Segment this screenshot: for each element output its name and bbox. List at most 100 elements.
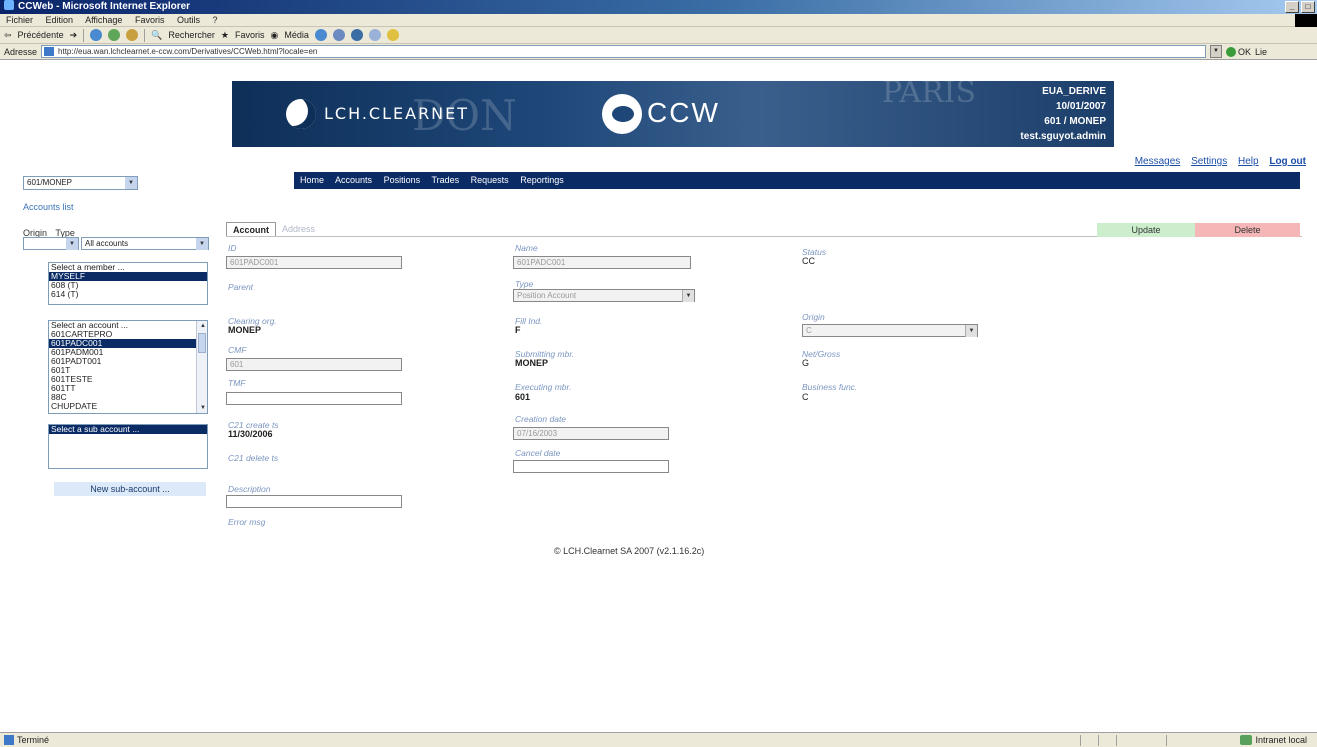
back-button[interactable]: Précédente [18, 27, 64, 44]
menu-outils[interactable]: Outils [177, 15, 200, 25]
back-arrow-icon: ⇦ [4, 29, 12, 40]
banner-map-decoration: PARIS [882, 81, 977, 110]
browser-toolbar: ⇦ Précédente ➔ 🔍 Rechercher ★ Favoris ◉ … [0, 27, 1317, 44]
update-button[interactable]: Update [1097, 223, 1195, 237]
intranet-zone-icon [1240, 735, 1253, 745]
subaccount-list-item[interactable]: Select a sub account ... [49, 425, 207, 434]
scroll-down-icon[interactable]: ▼ [197, 403, 207, 413]
tab-account[interactable]: Account [226, 222, 276, 236]
tab-address[interactable]: Address [276, 222, 321, 236]
history-icon[interactable] [314, 29, 327, 41]
cmf-field[interactable]: 601 [226, 358, 402, 371]
creation-date-field[interactable]: 07/16/2003 [513, 427, 669, 440]
status-bar: Terminé Intranet local [0, 732, 1317, 747]
account-list-item[interactable]: 601TT [49, 384, 207, 393]
clearing-org-value: MONEP [228, 325, 262, 335]
account-list-item[interactable]: 601PADT001 [49, 357, 207, 366]
scroll-thumb[interactable] [198, 333, 206, 353]
type-select-value: All accounts [85, 239, 129, 248]
session-info: EUA_DERIVE 10/01/2007 601 / MONEP test.s… [1020, 84, 1106, 144]
ccw-logo-icon [602, 94, 642, 134]
nav-reportings[interactable]: Reportings [520, 175, 564, 185]
name-field[interactable]: 601PADC001 [513, 256, 691, 269]
status-divider [1098, 735, 1099, 746]
menu-help[interactable]: ? [213, 15, 218, 25]
star-icon: ★ [220, 29, 229, 40]
nav-positions[interactable]: Positions [384, 175, 421, 185]
media-icon: ◉ [270, 29, 279, 40]
menu-affichage[interactable]: Affichage [85, 15, 122, 25]
account-list-item[interactable]: CHUPDATE [49, 402, 207, 411]
type-select[interactable]: All accounts ▼ [81, 237, 209, 250]
address-url: http://eua.wan.lchclearnet.e-ccw.com/Der… [58, 47, 318, 56]
minimize-button[interactable]: _ [1285, 1, 1299, 13]
member-listbox[interactable]: Select a member ... MYSELF 608 (T) 614 (T) [48, 262, 208, 305]
messages-link[interactable]: Messages [1135, 156, 1181, 167]
maximize-button[interactable]: □ [1301, 1, 1315, 13]
nav-accounts[interactable]: Accounts [335, 175, 372, 185]
origin-field-select[interactable]: C ▼ [802, 324, 978, 337]
breadcrumb[interactable]: Accounts list [23, 202, 74, 212]
executing-mbr-label: Executing mbr. [515, 382, 572, 392]
member-context-value: 601/MONEP [27, 178, 72, 187]
toolbar-separator [83, 28, 85, 42]
edit-icon[interactable] [368, 29, 381, 41]
account-type-select[interactable]: Position Account ▼ [513, 289, 695, 302]
menu-fichier[interactable]: Fichier [6, 15, 33, 25]
favorites-button[interactable]: Favoris [235, 27, 265, 44]
go-label: OK [1238, 46, 1252, 57]
session-date: 10/01/2007 [1055, 101, 1106, 112]
go-button[interactable]: OK [1226, 46, 1252, 57]
business-func-label: Business func. [802, 382, 858, 392]
page-done-icon [4, 735, 14, 745]
status-divider [1166, 735, 1167, 746]
address-input[interactable]: http://eua.wan.lchclearnet.e-ccw.com/Der… [41, 45, 1207, 58]
scroll-up-icon[interactable]: ▲ [197, 321, 207, 331]
address-dropdown-button[interactable]: ▼ [1210, 45, 1223, 58]
ie-icon [4, 0, 14, 10]
address-label: Adresse [4, 46, 38, 57]
id-field[interactable]: 601PADC001 [226, 256, 402, 269]
cancel-date-label: Cancel date [515, 448, 561, 458]
stop-icon[interactable] [90, 29, 103, 41]
menu-bar: Fichier Edition Affichage Favoris Outils… [0, 14, 1317, 27]
description-field[interactable] [226, 495, 402, 508]
type-label: Type [515, 279, 534, 289]
print-icon[interactable] [350, 29, 363, 41]
cancel-date-field[interactable] [513, 460, 669, 473]
filter-row: ▼ All accounts ▼ [23, 237, 209, 250]
toolbar-separator [144, 28, 146, 42]
account-listbox[interactable]: Select an account ... 601CARTEPRO 601PADC0… [48, 320, 208, 414]
nav-trades[interactable]: Trades [431, 175, 459, 185]
media-button[interactable]: Média [284, 27, 309, 44]
security-zone: Intranet local [1240, 733, 1307, 747]
menu-edition[interactable]: Edition [46, 15, 74, 25]
c21-create-value: 11/30/2006 [228, 429, 273, 439]
forward-button[interactable]: ➔ [70, 27, 78, 44]
copyright-footer: © LCH.Clearnet SA 2007 (v2.1.16.2c) [554, 546, 705, 556]
delete-button[interactable]: Delete [1195, 223, 1300, 237]
new-sub-account-button[interactable]: New sub-account ... [54, 482, 206, 496]
nav-home[interactable]: Home [300, 175, 324, 185]
fill-ind-value: F [515, 325, 521, 335]
creation-date-label: Creation date [515, 414, 567, 424]
messenger-icon[interactable] [386, 29, 399, 41]
nav-requests[interactable]: Requests [471, 175, 509, 185]
tmf-field[interactable] [226, 392, 402, 405]
search-button[interactable]: Rechercher [168, 27, 215, 44]
help-link[interactable]: Help [1238, 156, 1259, 167]
home-icon[interactable] [126, 29, 139, 41]
listbox-scrollbar[interactable]: ▲ ▼ [196, 321, 207, 413]
member-context-select[interactable]: 601/MONEP ▼ [23, 176, 138, 190]
subaccount-listbox[interactable]: Select a sub account ... [48, 424, 208, 469]
settings-link[interactable]: Settings [1191, 156, 1227, 167]
logout-link[interactable]: Log out [1269, 156, 1306, 167]
refresh-icon[interactable] [108, 29, 121, 41]
member-list-item[interactable]: 614 (T) [49, 290, 207, 299]
menu-favoris[interactable]: Favoris [135, 15, 165, 25]
chevron-down-icon: ▼ [682, 290, 694, 302]
mail-icon[interactable] [332, 29, 345, 41]
origin-select[interactable]: ▼ [23, 237, 79, 250]
links-label[interactable]: Lie [1255, 47, 1267, 57]
window-controls: _ □ [1285, 1, 1315, 13]
